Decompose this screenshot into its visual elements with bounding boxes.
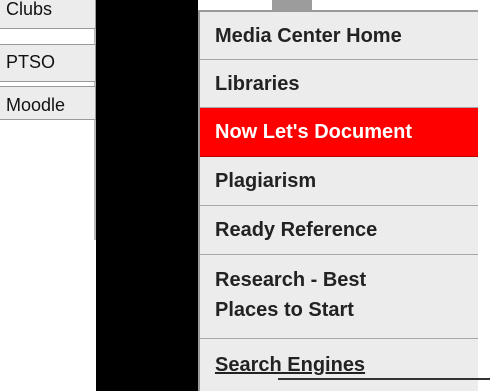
left-nav-item-ptso[interactable]: PTSO xyxy=(0,44,96,82)
left-nav-item-label: Clubs xyxy=(6,0,53,19)
left-nav-item-label: Moodle xyxy=(6,95,66,115)
menu-item-ready-reference[interactable]: Ready Reference xyxy=(200,206,478,255)
page-divider-line xyxy=(278,378,490,380)
menu-item-label: Now Let's Document xyxy=(215,121,412,143)
menu-item-label: Research - Best Places to Start xyxy=(215,269,367,321)
left-nav-item-label: PTSO xyxy=(6,52,56,72)
menu-item-research-best-places[interactable]: Research - Best Places to Start xyxy=(200,255,478,339)
left-site-nav: Clubs PTSO Moodle xyxy=(0,0,96,240)
menu-item-media-center-home[interactable]: Media Center Home xyxy=(200,12,478,60)
left-nav-item-moodle[interactable]: Moodle xyxy=(0,86,96,120)
menu-item-label: Media Center Home xyxy=(215,25,402,47)
menu-item-label: Search Engines xyxy=(215,354,366,376)
menu-item-libraries[interactable]: Libraries xyxy=(200,60,478,108)
menu-backdrop-panel xyxy=(96,0,198,391)
menu-item-plagiarism[interactable]: Plagiarism xyxy=(200,157,478,206)
left-nav-item-clubs[interactable]: Clubs xyxy=(0,0,96,29)
menu-item-search-engines[interactable]: Search Engines xyxy=(200,339,478,391)
menu-item-label: Libraries xyxy=(215,73,300,95)
menu-item-label: Plagiarism xyxy=(215,170,317,192)
menu-item-now-lets-document[interactable]: Now Let's Document xyxy=(200,108,478,157)
menu-item-label: Ready Reference xyxy=(215,219,378,241)
media-center-flyout-menu: Media Center Home Libraries Now Let's Do… xyxy=(198,10,478,391)
